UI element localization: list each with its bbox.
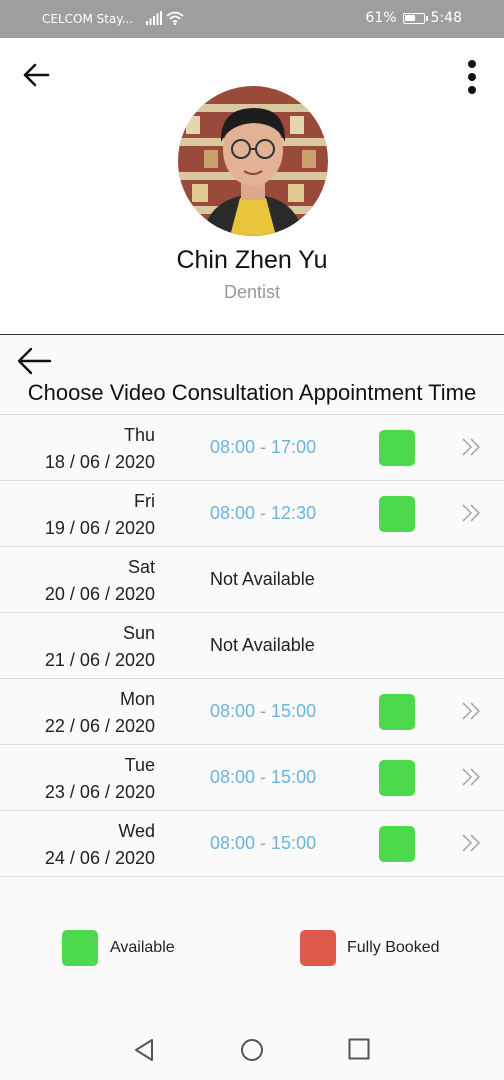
carrier-name: CELCOM Stay...	[42, 12, 134, 26]
slot-day: Tue	[124, 755, 155, 775]
appointment-slot-row: Sun 21 / 06 / 2020 Not Available	[0, 613, 504, 679]
slot-date: 20 / 06 / 2020	[44, 584, 155, 604]
slot-date: 24 / 06 / 2020	[44, 848, 155, 868]
slot-status-indicator	[379, 760, 415, 796]
signal-icon	[146, 11, 162, 25]
profile-header: Chin Zhen Yu Dentist	[0, 38, 504, 335]
legend-available-label: Available	[110, 939, 175, 956]
slot-day: Mon	[119, 689, 155, 709]
battery-icon	[402, 12, 428, 24]
appointment-slot-row: Sat 20 / 06 / 2020 Not Available	[0, 547, 504, 613]
slot-date: 22 / 06 / 2020	[44, 716, 155, 736]
slot-status-indicator	[379, 694, 415, 730]
appointment-slot-row[interactable]: Thu 18 / 06 / 2020 08:00 - 17:00	[0, 415, 504, 481]
double-chevron-right-icon[interactable]	[460, 767, 482, 787]
double-chevron-right-icon[interactable]	[460, 833, 482, 853]
appointment-slot-row[interactable]: Fri 19 / 06 / 2020 08:00 - 12:30	[0, 481, 504, 547]
appointment-slot-list: Thu 18 / 06 / 2020 08:00 - 17:00 Fri 19 / 06…	[0, 414, 504, 877]
slot-unavailable-label: Not Available	[210, 635, 315, 655]
section-title: Choose Video Consultation Appointment Ti…	[27, 380, 477, 405]
battery-percent: 61%	[365, 10, 397, 26]
nav-back-icon[interactable]	[133, 1038, 155, 1062]
system-nav-bar	[0, 1020, 504, 1080]
status-right: 61% 5:48	[365, 10, 462, 26]
slot-status-indicator	[379, 430, 415, 466]
slot-day: Sun	[122, 623, 155, 643]
slot-status-indicator	[379, 826, 415, 862]
legend-booked-label: Fully Booked	[347, 939, 440, 956]
slot-day: Sat	[127, 557, 155, 577]
slot-time-link[interactable]: 08:00 - 15:00	[210, 833, 316, 854]
doctor-name: Chin Zhen Yu	[176, 246, 328, 274]
nav-recents-icon[interactable]	[348, 1038, 370, 1060]
legend-booked-swatch	[300, 930, 336, 966]
slot-time-link[interactable]: 08:00 - 12:30	[210, 503, 316, 524]
slot-day: Thu	[123, 425, 155, 445]
double-chevron-right-icon[interactable]	[460, 437, 482, 457]
clock: 5:48	[430, 10, 462, 26]
wifi-icon	[166, 11, 184, 25]
nav-home-icon[interactable]	[240, 1038, 264, 1062]
slot-unavailable-label: Not Available	[210, 569, 315, 589]
double-chevron-right-icon[interactable]	[460, 503, 482, 523]
slot-date: 18 / 06 / 2020	[44, 452, 155, 472]
double-chevron-right-icon[interactable]	[460, 701, 482, 721]
slot-date: 21 / 06 / 2020	[44, 650, 155, 670]
slot-status-indicator	[379, 496, 415, 532]
doctor-specialty: Dentist	[223, 282, 281, 302]
status-bar: CELCOM Stay... 61% 5:48	[0, 0, 504, 38]
back-arrow-icon[interactable]	[22, 62, 50, 88]
appointment-slot-row[interactable]: Wed 24 / 06 / 2020 08:00 - 15:00	[0, 811, 504, 877]
slot-time-link[interactable]: 08:00 - 15:00	[210, 767, 316, 788]
slot-time-link[interactable]: 08:00 - 15:00	[210, 701, 316, 722]
slot-date: 19 / 06 / 2020	[44, 518, 155, 538]
more-menu-icon[interactable]	[464, 60, 480, 100]
slot-time-link[interactable]: 08:00 - 17:00	[210, 437, 316, 458]
appointment-slot-row[interactable]: Tue 23 / 06 / 2020 08:00 - 15:00	[0, 745, 504, 811]
appointment-slot-row[interactable]: Mon 22 / 06 / 2020 08:00 - 15:00	[0, 679, 504, 745]
legend-available-swatch	[62, 930, 98, 966]
avatar	[178, 86, 328, 236]
slot-day: Fri	[134, 491, 155, 511]
slot-date: 23 / 06 / 2020	[44, 782, 155, 802]
section-back-arrow-icon[interactable]	[16, 346, 52, 376]
slot-day: Wed	[118, 821, 155, 841]
